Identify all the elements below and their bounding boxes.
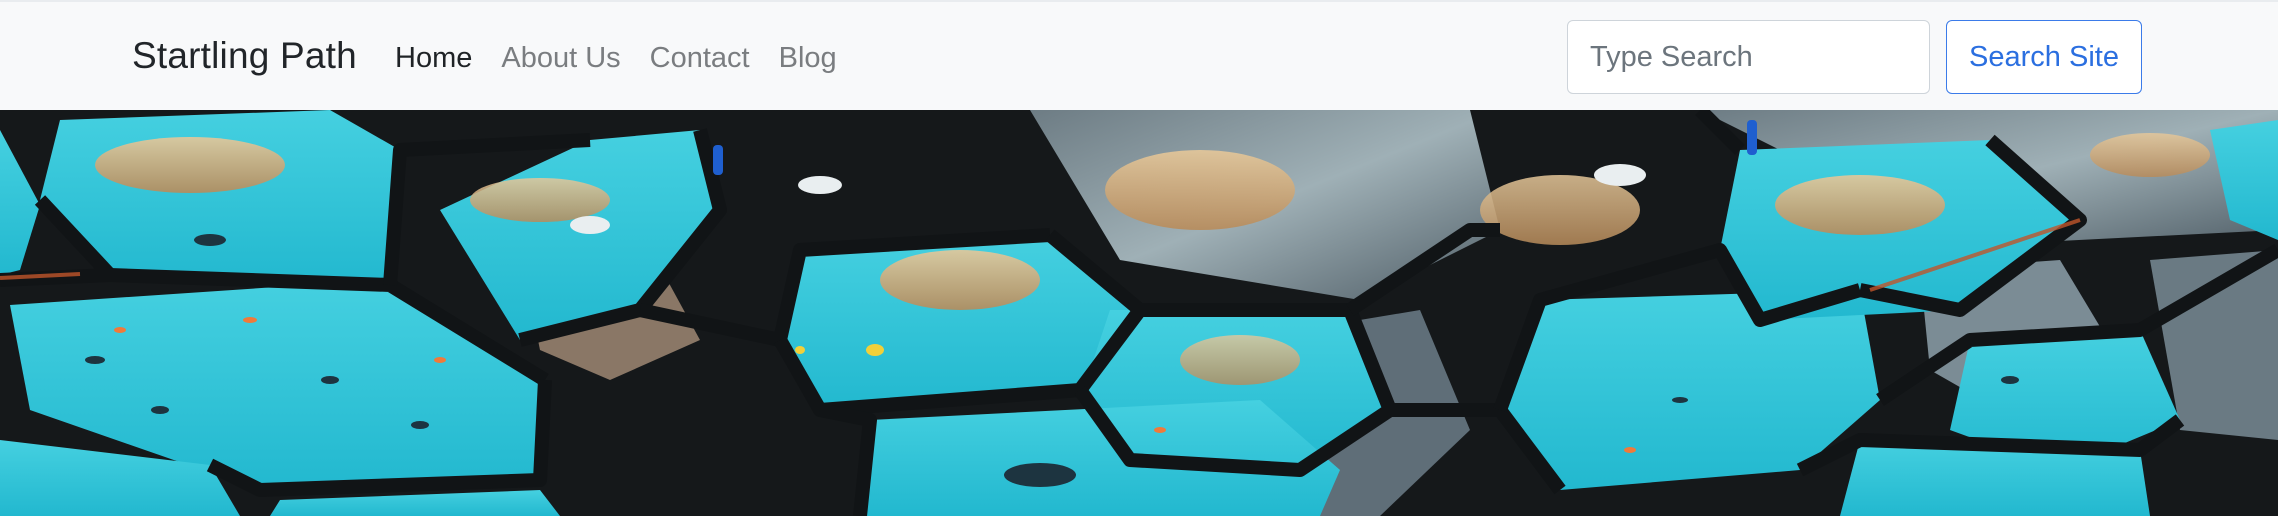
hero-image xyxy=(0,110,2278,516)
brand-logo-text[interactable]: Startling Path xyxy=(132,35,357,77)
nav-link-blog[interactable]: Blog xyxy=(779,40,837,76)
search-input[interactable] xyxy=(1567,20,1930,94)
nav-link-contact[interactable]: Contact xyxy=(650,40,750,76)
nav-link-home[interactable]: Home xyxy=(395,40,472,76)
search-site-button[interactable]: Search Site xyxy=(1946,20,2142,94)
nav-links: Home About Us Contact Blog xyxy=(395,40,866,76)
navbar: Startling Path Home About Us Contact Blo… xyxy=(0,0,2278,110)
nav-link-about-us[interactable]: About Us xyxy=(501,40,620,76)
aquarium-mosaic-image xyxy=(0,110,2278,516)
